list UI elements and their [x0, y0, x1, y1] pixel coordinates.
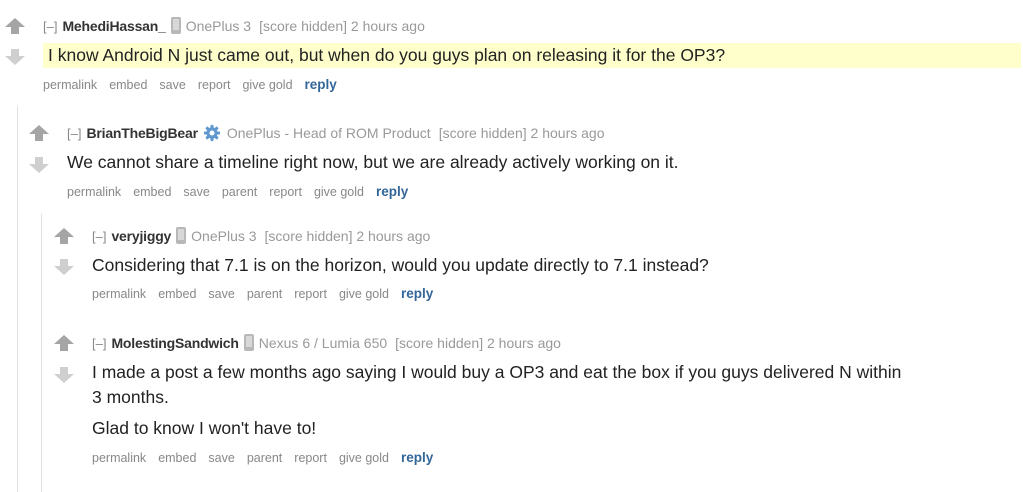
save-link[interactable]: save [208, 451, 234, 465]
reply-link[interactable]: reply [376, 184, 408, 199]
comment-paragraph: 3 months. [92, 387, 169, 407]
author-link[interactable]: veryjiggy [111, 228, 171, 244]
comment-paragraph: Glad to know I won't have to! [92, 418, 317, 438]
save-link[interactable]: save [183, 185, 209, 199]
comment-tagline: [–] MolestingSandwich Nexus 6 / Lumia 650 [… [92, 333, 561, 353]
comment-body: Considering that 7.1 is on the horizon, … [92, 253, 709, 278]
collapse-toggle[interactable]: [–] [67, 126, 81, 141]
phone-icon [170, 17, 181, 34]
permalink-link[interactable]: permalink [92, 451, 146, 465]
comment-paragraph: I made a post a few months ago saying I … [92, 362, 902, 382]
thread-line [17, 106, 18, 492]
embed-link[interactable]: embed [158, 287, 196, 301]
embed-link[interactable]: embed [109, 78, 147, 92]
save-link[interactable]: save [208, 287, 234, 301]
score-time: [score hidden] 2 hours ago [438, 125, 605, 141]
report-link[interactable]: report [294, 451, 327, 465]
reply-link[interactable]: reply [305, 77, 337, 92]
report-link[interactable]: report [198, 78, 231, 92]
comment-tagline: [–] BrianTheBigBear OnePlus - Head of ROM … [67, 123, 604, 143]
permalink-link[interactable]: permalink [67, 185, 121, 199]
give-gold-link[interactable]: give gold [339, 451, 389, 465]
report-link[interactable]: report [269, 185, 302, 199]
comment-paragraph: I know Android N just came out, but when… [43, 43, 1021, 68]
user-flair: Nexus 6 / Lumia 650 [258, 335, 388, 351]
comment-buttons: permalink embed save parent report give gold r… [67, 183, 420, 201]
author-link[interactable]: MolestingSandwich [111, 335, 238, 351]
comment-body: We cannot share a timeline right now, bu… [67, 150, 679, 175]
reply-link[interactable]: reply [401, 286, 433, 301]
collapse-toggle[interactable]: [–] [43, 19, 57, 34]
comment-buttons: permalink embed save parent report give gold r… [92, 285, 445, 303]
parent-link[interactable]: parent [247, 451, 282, 465]
comment-buttons: permalink embed save parent report give gold r… [92, 449, 445, 467]
parent-link[interactable]: parent [222, 185, 257, 199]
permalink-link[interactable]: permalink [92, 287, 146, 301]
user-flair: OnePlus 3 [191, 228, 257, 244]
give-gold-link[interactable]: give gold [314, 185, 364, 199]
author-link[interactable]: MehediHassan_ [62, 18, 165, 34]
author-link[interactable]: BrianTheBigBear [86, 125, 198, 141]
save-link[interactable]: save [159, 78, 185, 92]
embed-link[interactable]: embed [158, 451, 196, 465]
phone-icon [243, 334, 254, 351]
reply-link[interactable]: reply [401, 450, 433, 465]
embed-link[interactable]: embed [133, 185, 171, 199]
user-flair: OnePlus 3 [185, 18, 252, 34]
give-gold-link[interactable]: give gold [242, 78, 292, 92]
give-gold-link[interactable]: give gold [339, 287, 389, 301]
permalink-link[interactable]: permalink [43, 78, 97, 92]
score-time: [score hidden] 2 hours ago [259, 18, 425, 34]
comment-paragraph: Considering that 7.1 is on the horizon, … [92, 255, 709, 275]
report-link[interactable]: report [294, 287, 327, 301]
comment-body: I made a post a few months ago saying I … [92, 360, 901, 441]
collapse-toggle[interactable]: [–] [92, 229, 106, 244]
score-time: [score hidden] 2 hours ago [395, 335, 561, 351]
collapse-toggle[interactable]: [–] [92, 336, 106, 351]
comment-buttons: permalink embed save report give gold reply [43, 76, 349, 94]
gear-icon [203, 124, 220, 142]
user-flair: OnePlus - Head of ROM Product [226, 125, 431, 141]
comment-tagline: [–] MehediHassan_ OnePlus 3 [score hidden] … [43, 16, 425, 36]
comment-paragraph: We cannot share a timeline right now, bu… [67, 152, 679, 172]
score-time: [score hidden] 2 hours ago [264, 228, 431, 244]
comment-body: I know Android N just came out, but when… [43, 43, 1021, 68]
thread-line [41, 214, 42, 492]
parent-link[interactable]: parent [247, 287, 282, 301]
comment-tagline: [–] veryjiggy OnePlus 3 [score hidden] 2 ho… [92, 226, 430, 246]
phone-icon [176, 227, 187, 244]
